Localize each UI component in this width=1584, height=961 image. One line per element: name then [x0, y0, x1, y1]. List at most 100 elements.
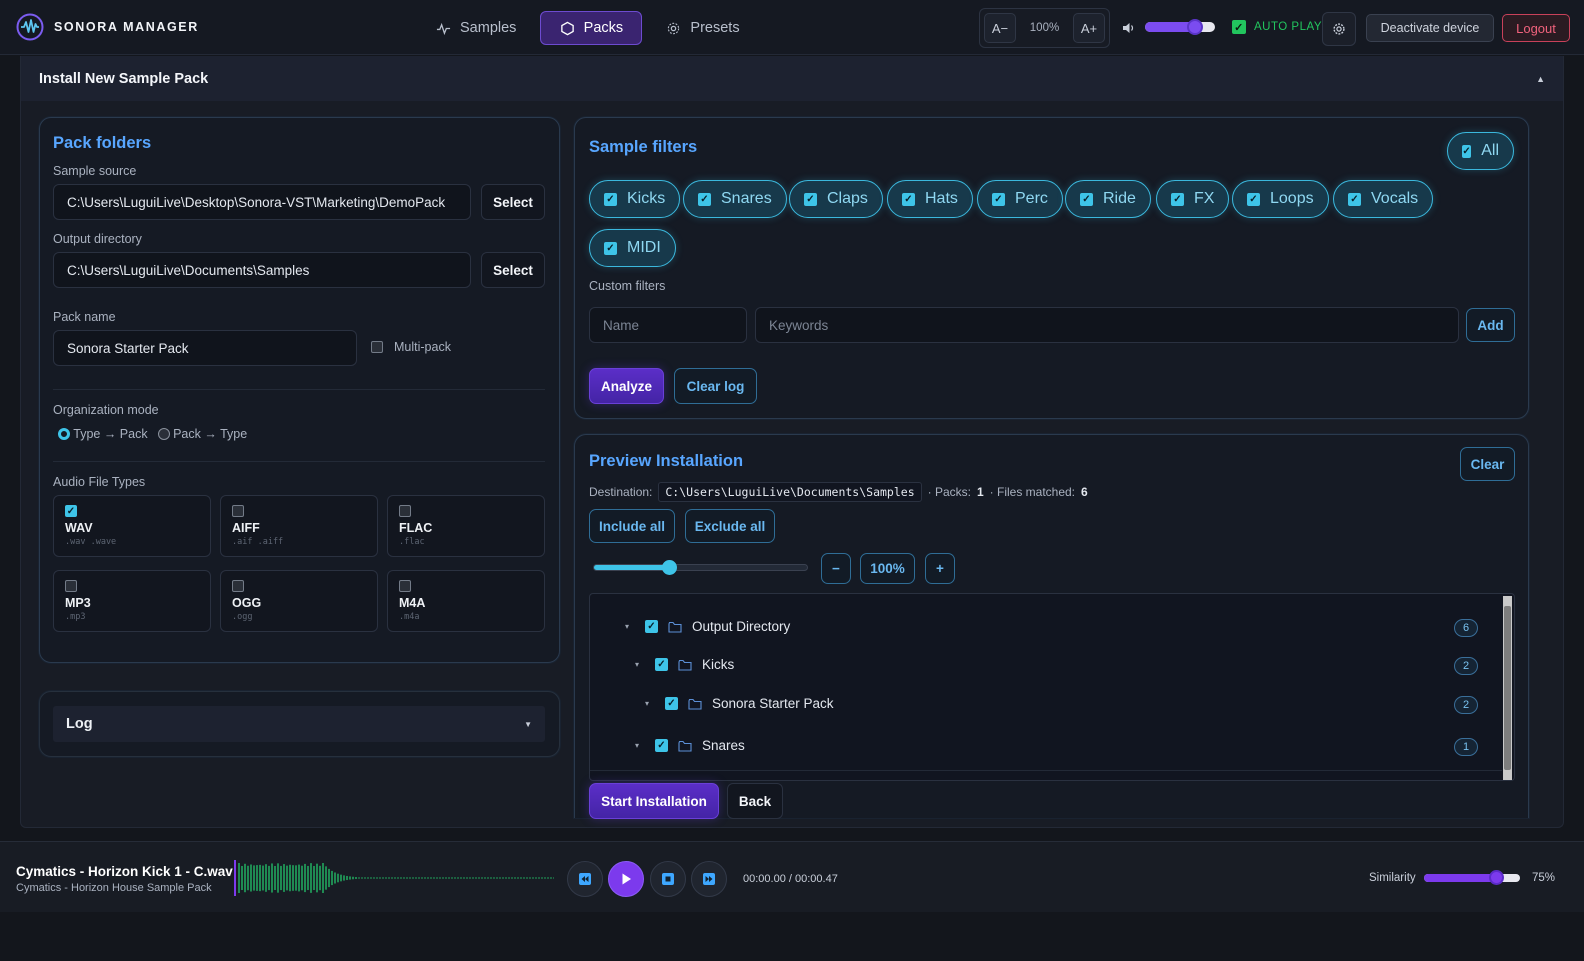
collapse-caret-icon[interactable]: ▲ [1536, 74, 1545, 84]
chip-checkbox[interactable]: ✓ [902, 192, 915, 206]
similarity-slider[interactable] [1424, 870, 1520, 885]
file-type-wav-checkbox[interactable]: ✓ [65, 505, 77, 517]
filter-all-checkbox[interactable]: ✓ [1462, 144, 1472, 158]
filter-chip-loops[interactable]: ✓ Loops [1232, 180, 1329, 218]
pack-name-input[interactable]: Sonora Starter Pack [53, 330, 357, 366]
file-type-flac-checkbox[interactable] [399, 505, 411, 517]
file-type-ogg-checkbox[interactable] [232, 580, 244, 592]
tree-scroll-thumb[interactable] [1504, 606, 1511, 770]
playhead[interactable] [234, 860, 236, 896]
stop-button[interactable] [650, 861, 686, 897]
chip-checkbox[interactable]: ✓ [992, 192, 1005, 206]
install-panel-header[interactable]: Install New Sample Pack ▲ [21, 56, 1563, 101]
tab-presets-label: Presets [690, 20, 740, 36]
settings-button[interactable] [1322, 12, 1356, 46]
tree-node-checkbox[interactable]: ✓ [665, 697, 678, 710]
clear-preview-button[interactable]: Clear [1460, 447, 1515, 481]
org-mode-pack-type-radio[interactable] [157, 428, 170, 440]
add-filter-button[interactable]: Add [1466, 308, 1515, 342]
waveform-bar [451, 877, 453, 879]
org-mode-pack-type[interactable]: Pack → Type [157, 427, 247, 441]
exclude-all-button[interactable]: Exclude all [685, 509, 775, 543]
zoom-out-button[interactable]: A− [984, 13, 1016, 43]
tree-node-kicks[interactable]: ▾ ✓ Kicks [635, 657, 734, 672]
file-type-ogg[interactable]: OGG .ogg [220, 570, 378, 632]
org-mode-type-pack[interactable]: Type → Pack [58, 427, 148, 441]
filter-chip-claps[interactable]: ✓ Claps [789, 180, 883, 218]
waveform[interactable] [234, 858, 554, 898]
clear-log-button[interactable]: Clear log [674, 368, 757, 404]
tree-zoom-thumb[interactable] [661, 560, 677, 575]
autoplay-checkbox[interactable]: ✓ [1232, 20, 1246, 34]
chip-checkbox[interactable]: ✓ [604, 192, 617, 206]
file-type-mp3-checkbox[interactable] [65, 580, 77, 592]
include-all-button[interactable]: Include all [589, 509, 675, 543]
filter-chip-kicks[interactable]: ✓ Kicks [589, 180, 681, 218]
file-type-aiff-checkbox[interactable] [232, 505, 244, 517]
custom-filter-keywords-input[interactable]: Keywords [755, 307, 1459, 343]
chip-checkbox[interactable]: ✓ [1080, 192, 1093, 206]
filter-chip-ride[interactable]: ✓ Ride [1065, 180, 1151, 218]
deactivate-device-button[interactable]: Deactivate device [1366, 14, 1494, 42]
tree-node-sonora-starter-pack[interactable]: ▾ ✓ Sonora Starter Pack [645, 696, 834, 711]
file-type-wav[interactable]: ✓ WAV .wav .wave [53, 495, 211, 557]
file-type-m4a[interactable]: M4A .m4a [387, 570, 545, 632]
filter-chip-fx[interactable]: ✓ FX [1156, 180, 1230, 218]
tree-zoom-in-button[interactable]: + [925, 553, 955, 584]
tab-presets[interactable]: Presets [650, 11, 755, 45]
tree-caret-icon[interactable]: ▾ [625, 622, 635, 631]
tab-samples[interactable]: Samples [420, 11, 532, 45]
sample-source-input[interactable]: C:\Users\LuguiLive\Desktop\Sonora-VST\Ma… [53, 184, 471, 220]
chip-checkbox[interactable]: ✓ [1348, 192, 1361, 206]
file-type-flac[interactable]: FLAC .flac [387, 495, 545, 557]
filter-all-chip[interactable]: ✓ All [1447, 132, 1514, 170]
tree-node-snares[interactable]: ▾ ✓ Snares [635, 738, 745, 753]
analyze-button[interactable]: Analyze [589, 368, 664, 404]
chip-label: Perc [1015, 190, 1048, 207]
select-output-directory-button[interactable]: Select [481, 252, 545, 288]
custom-filter-name-input[interactable]: Name [589, 307, 747, 343]
file-type-aiff[interactable]: AIFF .aif .aiff [220, 495, 378, 557]
tree-zoom-out-button[interactable]: − [821, 553, 851, 584]
chip-checkbox[interactable]: ✓ [1247, 192, 1260, 206]
tree-caret-icon[interactable]: ▾ [645, 699, 655, 708]
autoplay-toggle[interactable]: ✓ AUTO PLAY [1232, 20, 1322, 34]
output-directory-input[interactable]: C:\Users\LuguiLive\Documents\Samples [53, 252, 471, 288]
log-toggle[interactable]: Log ▼ [53, 706, 545, 742]
zoom-in-button[interactable]: A+ [1073, 13, 1105, 43]
filter-chip-snares[interactable]: ✓ Snares [683, 180, 787, 218]
tree-node-checkbox[interactable]: ✓ [655, 658, 668, 671]
next-button[interactable] [691, 861, 727, 897]
chip-checkbox[interactable]: ✓ [604, 241, 617, 255]
filter-chip-midi[interactable]: ✓ MIDI [589, 229, 676, 267]
multipack-toggle[interactable]: Multi-pack [371, 340, 451, 354]
chip-checkbox[interactable]: ✓ [1171, 192, 1184, 206]
chip-checkbox[interactable]: ✓ [698, 192, 711, 206]
org-mode-type-pack-radio[interactable] [58, 428, 70, 440]
multipack-checkbox[interactable] [371, 341, 383, 353]
play-button[interactable] [608, 861, 644, 897]
tree-node-checkbox[interactable]: ✓ [645, 620, 658, 633]
tab-packs[interactable]: Packs [540, 11, 643, 45]
select-sample-source-button[interactable]: Select [481, 184, 545, 220]
tree-scrollbar[interactable] [1503, 596, 1512, 780]
filter-chip-perc[interactable]: ✓ Perc [977, 180, 1063, 218]
volume-thumb[interactable] [1187, 19, 1203, 35]
previous-button[interactable] [567, 861, 603, 897]
file-type-m4a-checkbox[interactable] [399, 580, 411, 592]
logout-button[interactable]: Logout [1502, 14, 1570, 42]
tree-zoom-slider[interactable] [593, 560, 808, 575]
volume-slider[interactable] [1145, 19, 1215, 35]
filter-chip-vocals[interactable]: ✓ Vocals [1333, 180, 1434, 218]
tree-node-checkbox[interactable]: ✓ [655, 739, 668, 752]
filter-chip-hats[interactable]: ✓ Hats [887, 180, 973, 218]
chip-checkbox[interactable]: ✓ [804, 192, 817, 206]
file-type-mp3[interactable]: MP3 .mp3 [53, 570, 211, 632]
tree-caret-icon[interactable]: ▾ [635, 660, 645, 669]
similarity-thumb[interactable] [1488, 870, 1504, 885]
tree-node-output-directory[interactable]: ▾ ✓ Output Directory [625, 619, 790, 634]
back-button[interactable]: Back [727, 783, 783, 819]
waveform-bar [511, 877, 513, 879]
tree-caret-icon[interactable]: ▾ [635, 741, 645, 750]
start-installation-button[interactable]: Start Installation [589, 783, 719, 819]
